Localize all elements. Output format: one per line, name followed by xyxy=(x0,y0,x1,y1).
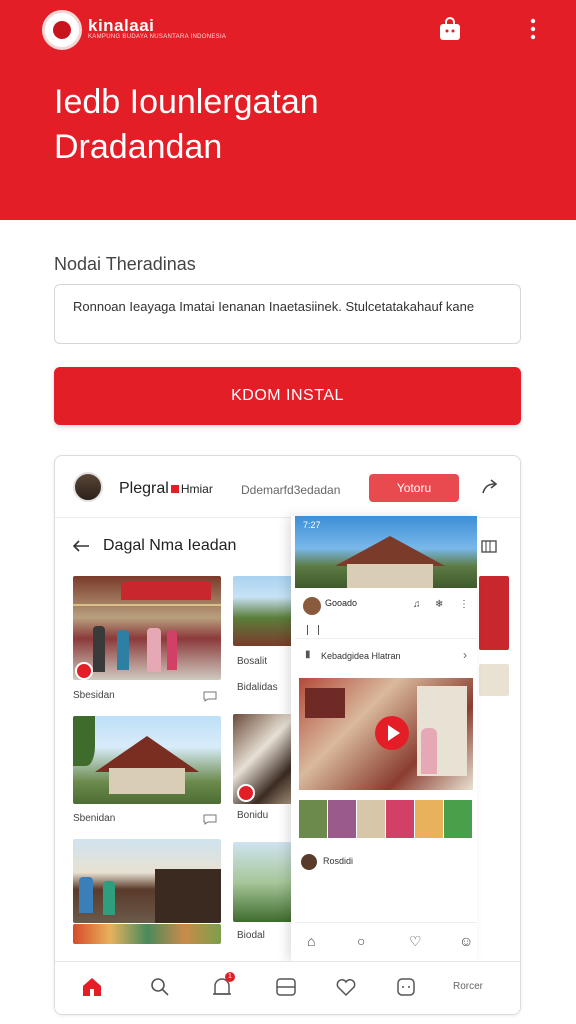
phone-section-row[interactable]: ▮ Kebadgidea Hlatran › xyxy=(295,640,477,674)
red-dot-badge xyxy=(237,784,255,802)
shopping-bag-icon[interactable] xyxy=(437,16,463,42)
app-preview-card: Plegral Hmiar Ddemarfd3edadan Yotoru Daga… xyxy=(54,455,521,1015)
profile-name-main: Plegral xyxy=(119,480,169,497)
menu-box-icon[interactable] xyxy=(275,976,297,998)
avatar[interactable] xyxy=(301,854,317,870)
search-icon[interactable] xyxy=(149,976,171,998)
feed-image[interactable] xyxy=(479,664,509,696)
more-icon[interactable]: ⋮ xyxy=(459,599,469,610)
back-arrow-icon[interactable] xyxy=(71,538,91,554)
phone-profile-bar: Gooado ♫ ❄ ⋮ xyxy=(295,589,477,639)
profile-badge-icon xyxy=(170,485,179,493)
feed-image[interactable] xyxy=(73,716,221,804)
feed-image[interactable] xyxy=(73,839,221,923)
phone-hero-image[interactable]: 7:27 xyxy=(295,516,477,588)
bottom-nav: 1 Rorcer xyxy=(55,961,520,1014)
profile-name: Plegral Hmiar xyxy=(119,480,213,498)
phone-thumb-strip[interactable] xyxy=(299,800,473,838)
install-button[interactable]: KDOM INSTAL xyxy=(54,367,521,425)
card-label: Bonidu xyxy=(237,810,269,821)
settings-icon[interactable]: ❄ xyxy=(435,599,443,610)
home-icon[interactable] xyxy=(81,976,103,998)
app-header: kinalaai KAMPUNG BUDAYA NUSANTARA INDONE… xyxy=(0,0,576,220)
card-label: Bidalidas xyxy=(237,682,278,693)
phone-profile-name: Gooado xyxy=(325,598,358,608)
brand-logo[interactable] xyxy=(42,10,82,50)
brand-tagline: KAMPUNG BUDAYA NUSANTARA INDONESIA xyxy=(88,34,227,40)
phone-footer-label: Rosdidi xyxy=(323,856,354,866)
hero-title-line1: Iedb Iounlergatan xyxy=(54,83,319,121)
comment-icon[interactable] xyxy=(203,813,217,825)
avatar[interactable] xyxy=(303,597,321,615)
phone-preview: 7:27 Gooado ♫ ❄ ⋮ ▮ Kebadgidea Hlatran › xyxy=(291,516,477,961)
card-label: Bosalit xyxy=(237,656,268,667)
phone-bottom-nav: ⌂ ○ ♡ ☺ xyxy=(295,922,477,960)
phone-footer-row: Rosdidi xyxy=(299,846,473,882)
profile-name-suffix: Hmiar xyxy=(180,482,213,496)
preview-topbar: Plegral Hmiar Ddemarfd3edadan Yotoru xyxy=(55,456,520,518)
status-time: 7:27 xyxy=(303,520,321,530)
section-label: Nodai Theradinas xyxy=(54,254,196,274)
hero-title: Iedb Iounlergatan Dradandan xyxy=(54,80,534,170)
profile-subtitle: Ddemarfd3edadan xyxy=(241,483,341,497)
mute-icon[interactable]: ♫ xyxy=(413,599,421,610)
video-thumbnail[interactable] xyxy=(299,678,473,790)
brand-name: kinalaai xyxy=(88,16,155,35)
follow-button[interactable]: Yotoru xyxy=(369,474,459,502)
home-icon[interactable]: ⌂ xyxy=(307,933,315,949)
chat-icon[interactable] xyxy=(395,976,417,998)
feed-image-strip[interactable] xyxy=(73,924,221,944)
chevron-right-icon: › xyxy=(463,648,467,662)
phone-row-label: Kebadgidea Hlatran xyxy=(321,651,401,661)
filter-icon[interactable] xyxy=(307,625,319,635)
page-title: Dagal Nma Ieadan xyxy=(103,537,237,554)
feed-image[interactable] xyxy=(479,576,509,650)
hero-title-line2: Dradandan xyxy=(54,128,223,166)
card-label: Biodal xyxy=(237,930,265,941)
description-field[interactable]: Ronnoan Ieayaga Imatai Ienanan Inaetasii… xyxy=(54,284,521,344)
card-label: Sbesidan xyxy=(73,690,115,701)
search-icon[interactable]: ○ xyxy=(357,933,365,949)
grid-view-icon[interactable] xyxy=(481,538,497,554)
comment-icon[interactable] xyxy=(203,690,217,702)
nav-label[interactable]: Rorcer xyxy=(453,981,483,992)
play-icon[interactable] xyxy=(375,716,409,750)
heart-icon[interactable]: ♡ xyxy=(409,933,422,950)
more-vertical-icon[interactable] xyxy=(526,18,540,40)
notification-badge: 1 xyxy=(225,972,235,982)
share-arrow-icon[interactable] xyxy=(481,478,499,496)
heart-icon[interactable] xyxy=(335,976,357,998)
profile-icon[interactable]: ☺ xyxy=(459,933,473,949)
lock-icon: ▮ xyxy=(305,649,311,660)
card-label: Sbenidan xyxy=(73,813,116,824)
red-dot-badge xyxy=(75,662,93,680)
avatar[interactable] xyxy=(73,472,103,502)
feed-image[interactable] xyxy=(73,576,221,680)
